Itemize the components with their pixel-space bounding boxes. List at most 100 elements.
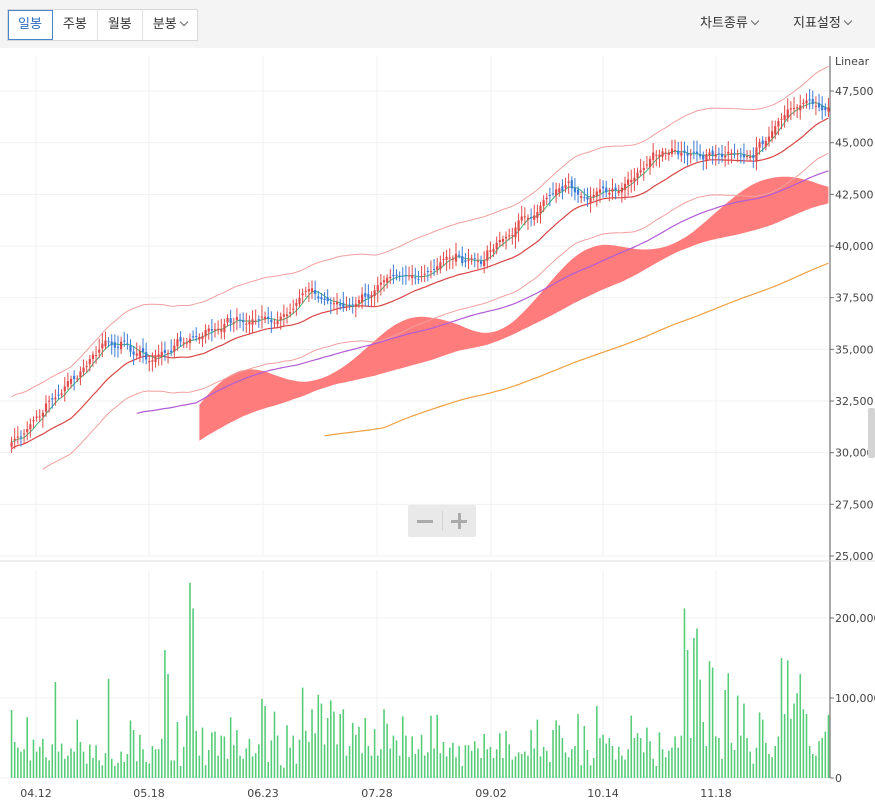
volume-bar: [114, 766, 116, 778]
volume-bar: [82, 751, 85, 778]
x-tick-label: 07.28: [361, 787, 393, 800]
volume-bar: [693, 638, 695, 778]
candle-body: [680, 152, 683, 156]
volume-bar: [95, 745, 97, 778]
volume-bar: [145, 762, 147, 778]
x-tick-label: 11.18: [700, 787, 732, 800]
volume-bar: [458, 746, 460, 778]
zoom-controls: [408, 505, 476, 537]
candle-body: [276, 321, 279, 325]
candle-body: [301, 293, 304, 296]
volume-bar: [711, 667, 714, 778]
candle-body: [661, 151, 664, 157]
volume-bar: [796, 693, 798, 778]
volume-bar: [170, 760, 172, 778]
candle-body: [555, 189, 558, 196]
candle-body: [29, 424, 32, 430]
volume-bar: [740, 735, 742, 778]
candle-body: [548, 194, 551, 196]
candle-body: [652, 152, 655, 160]
candle-body: [295, 303, 298, 306]
candle-body: [16, 436, 19, 438]
candle-body: [176, 339, 179, 347]
price-axis-scroll-handle[interactable]: [868, 408, 875, 458]
candle-body: [442, 258, 445, 260]
candle-body: [627, 179, 630, 185]
volume-bar: [326, 718, 329, 778]
candle-body: [22, 433, 26, 435]
candle-body: [317, 296, 320, 299]
period-monthly-button[interactable]: 월봉: [98, 10, 143, 40]
volume-bar: [827, 714, 830, 778]
stock-chart[interactable]: 25,00027,50030,00032,50035,00037,50040,0…: [0, 48, 875, 804]
period-minute-dropdown[interactable]: 분봉: [143, 10, 197, 40]
candle-body: [495, 242, 498, 249]
volume-bar: [367, 746, 370, 778]
candle-body: [774, 126, 777, 135]
price-tick-label: 27,500: [835, 498, 874, 511]
volume-bar: [702, 722, 705, 778]
volume-bar: [542, 746, 545, 778]
candle-body: [310, 288, 314, 292]
candle-body: [720, 154, 724, 158]
volume-bar: [555, 720, 557, 778]
volume-bar: [129, 720, 132, 778]
volume-bar: [442, 742, 445, 778]
volume-bar: [799, 674, 802, 778]
volume-bar: [761, 719, 764, 778]
candle-body: [620, 187, 623, 193]
candle-body: [339, 303, 342, 306]
volume-bar: [661, 749, 664, 778]
candle-body: [245, 323, 248, 325]
volume-bar: [477, 748, 479, 778]
volume-bar: [38, 746, 41, 778]
zoom-out-button[interactable]: [408, 505, 442, 537]
candle-body: [292, 308, 295, 310]
indicator-settings-dropdown[interactable]: 지표설정: [793, 9, 853, 39]
candle-body: [26, 429, 29, 433]
period-daily-button[interactable]: 일봉: [8, 10, 53, 40]
candle-body: [260, 316, 264, 318]
candle-body: [705, 154, 708, 160]
volume-bar: [483, 734, 485, 778]
volume-bar: [286, 725, 288, 778]
volume-bar: [786, 660, 789, 778]
candle-body: [204, 330, 207, 337]
candle-body: [198, 337, 201, 340]
volume-bar: [167, 674, 169, 778]
candle-body: [166, 353, 170, 355]
candle-body: [223, 323, 226, 333]
candle-body: [364, 293, 367, 297]
volume-bar: [79, 742, 82, 778]
plus-icon: [451, 513, 468, 529]
volume-bar: [242, 758, 244, 778]
candle-body: [608, 192, 611, 195]
candle-body: [733, 152, 736, 154]
period-selector: 일봉 주봉 월봉 분봉: [7, 9, 198, 41]
chart-type-dropdown[interactable]: 차트종류: [700, 9, 760, 39]
candle-body: [570, 180, 573, 189]
period-weekly-button[interactable]: 주봉: [53, 10, 98, 40]
volume-bar: [13, 742, 16, 778]
candle-body: [814, 105, 818, 107]
x-tick-label: 06.23: [247, 787, 279, 800]
volume-bar: [780, 658, 783, 778]
volume-bar: [339, 714, 341, 778]
candle-body: [692, 151, 695, 153]
volume-bar: [743, 703, 745, 778]
candle-body: [630, 179, 633, 183]
volume-bar: [101, 765, 104, 778]
candle-body: [229, 318, 232, 323]
zoom-in-button[interactable]: [443, 505, 477, 537]
candle-body: [470, 258, 473, 260]
volume-bar: [574, 746, 576, 778]
volume-bar: [386, 723, 388, 778]
volume-bar: [17, 747, 19, 778]
volume-bar: [445, 756, 448, 778]
candle-body: [57, 394, 60, 396]
candle-body: [730, 152, 733, 155]
volume-bar: [67, 755, 69, 778]
candle-body: [520, 216, 523, 221]
candle-body: [511, 234, 514, 236]
candle-body: [282, 314, 285, 317]
